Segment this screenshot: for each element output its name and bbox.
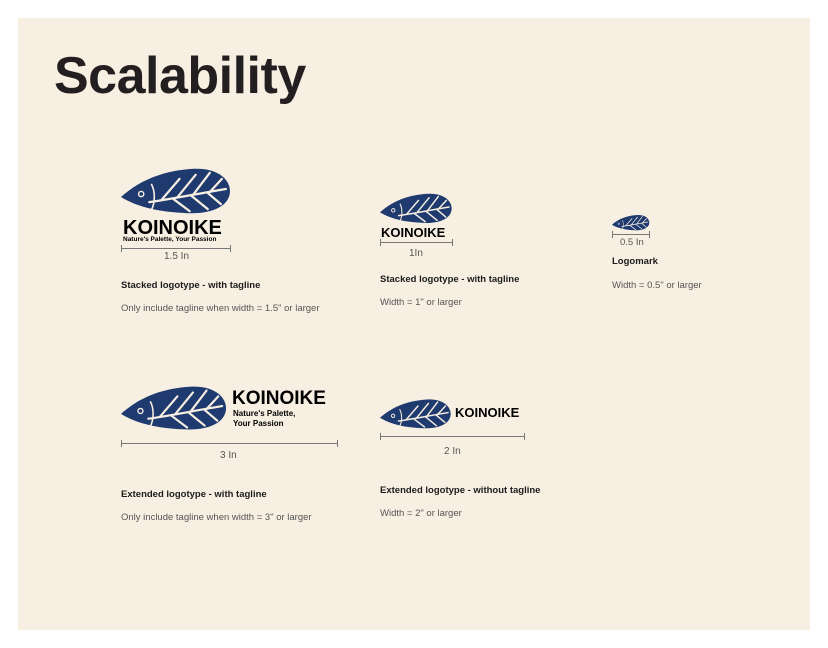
logotype-wordmark: KOINOIKE: [123, 217, 222, 239]
width-ruler: [380, 239, 453, 246]
logotype-tagline: Nature's Palette, Your Passion: [123, 236, 217, 243]
variant-note: Only include tagline when width = 3" or …: [121, 512, 312, 523]
variant-note: Only include tagline when width = 1.5" o…: [121, 303, 320, 314]
variant-title: Extended logotype - without tagline: [380, 485, 541, 496]
variant-title: Stacked logotype - with tagline: [380, 274, 520, 285]
fish-logomark-icon: [380, 398, 452, 431]
variant-title: Logomark: [612, 256, 658, 267]
logotype-wordmark: KOINOIKE: [455, 405, 520, 420]
content-panel: Scalability: [18, 18, 810, 630]
logotype-tagline-line2: Your Passion: [233, 419, 284, 428]
variant-title: Stacked logotype - with tagline: [121, 280, 261, 291]
width-measure-label: 1In: [409, 248, 423, 259]
fish-logomark-icon: [612, 214, 650, 232]
width-measure-label: 1.5 In: [164, 251, 190, 262]
variant-title: Extended logotype - with tagline: [121, 489, 267, 500]
fish-logomark-icon: [121, 166, 232, 218]
width-measure-label: 3 In: [220, 450, 237, 461]
fish-logomark-icon: [380, 192, 453, 226]
variant-note: Width = 0.5" or larger: [612, 280, 702, 291]
logotype-tagline-line1: Nature's Palette,: [233, 409, 296, 418]
page-title: Scalability: [54, 47, 306, 105]
width-measure-label: 0.5 In: [620, 237, 644, 248]
width-measure-label: 2 In: [444, 446, 461, 457]
width-ruler: [380, 433, 525, 440]
logotype-wordmark: KOINOIKE: [232, 388, 326, 409]
width-ruler: [121, 440, 338, 447]
variant-note: Width = 1" or larger: [380, 297, 462, 308]
logotype-wordmark: KOINOIKE: [381, 225, 446, 240]
variant-note: Width = 2" or larger: [380, 508, 462, 519]
fish-logomark-icon: [121, 384, 228, 434]
